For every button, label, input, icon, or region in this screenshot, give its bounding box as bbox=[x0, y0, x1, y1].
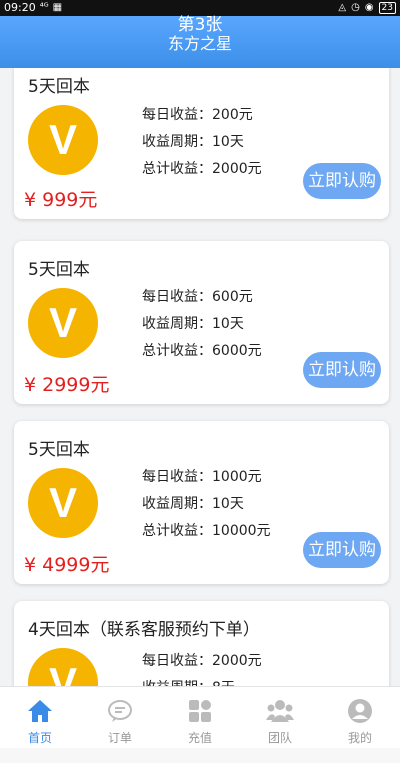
product-list[interactable]: 5天回本 V ¥ 999元 每日收益：200元 收益周期：10天 总计收益：20… bbox=[0, 68, 400, 686]
tab-label: 我的 bbox=[347, 731, 372, 745]
tab-team[interactable]: 团队 bbox=[240, 687, 320, 748]
product-title: 4天回本（联系客服预约下单） bbox=[28, 620, 260, 640]
tab-label: 首页 bbox=[27, 731, 52, 745]
product-details: 每日收益：600元 收益周期：10天 总计收益：6000元 bbox=[142, 284, 262, 365]
notification-icon: ▦ bbox=[52, 2, 63, 13]
income-period: 收益周期：8天 bbox=[142, 675, 262, 686]
product-details: 每日收益：2000元 收益周期：8天 bbox=[142, 648, 262, 686]
page-subtitle: 东方之星 bbox=[167, 34, 232, 53]
daily-income: 每日收益：1000元 bbox=[142, 469, 262, 485]
product-title: 5天回本 bbox=[28, 77, 90, 97]
bottom-tab-bar: 首页 订单 充值 团队 我的 bbox=[0, 686, 400, 748]
product-card: 5天回本 V ¥ 4999元 每日收益：1000元 收益周期：10天 总计收益：… bbox=[14, 421, 389, 584]
recharge-icon bbox=[186, 697, 214, 725]
signal-icon: ⁴ᴳ bbox=[39, 2, 49, 13]
total-income: 总计收益：2000元 bbox=[142, 161, 262, 177]
tab-profile[interactable]: 我的 bbox=[320, 687, 400, 748]
product-details: 每日收益：200元 收益周期：10天 总计收益：2000元 bbox=[142, 102, 262, 183]
product-card: 5天回本 V ¥ 999元 每日收益：200元 收益周期：10天 总计收益：20… bbox=[14, 68, 389, 219]
team-icon bbox=[266, 697, 294, 725]
product-price: ¥ 4999元 bbox=[24, 554, 110, 576]
income-period: 收益周期：10天 bbox=[142, 134, 244, 150]
product-price: ¥ 999元 bbox=[24, 189, 98, 211]
daily-income: 每日收益：200元 bbox=[142, 107, 253, 123]
clock: 09:20 bbox=[4, 1, 36, 14]
product-card: 4天回本（联系客服预约下单） V 每日收益：2000元 收益周期：8天 bbox=[14, 601, 389, 686]
wifi-icon: ◉ bbox=[364, 2, 374, 13]
tab-label: 充值 bbox=[187, 731, 212, 745]
subscribe-button[interactable]: 立即认购 bbox=[303, 163, 381, 199]
battery-indicator: 23 bbox=[378, 2, 396, 14]
tab-orders[interactable]: 订单 bbox=[80, 687, 160, 748]
page-header: 第3张 东方之星 bbox=[0, 16, 400, 68]
tab-home[interactable]: 首页 bbox=[0, 687, 80, 748]
product-details: 每日收益：1000元 收益周期：10天 总计收益：10000元 bbox=[142, 464, 271, 545]
income-period: 收益周期：10天 bbox=[142, 496, 244, 512]
daily-income: 每日收益：2000元 bbox=[142, 653, 262, 669]
tab-recharge[interactable]: 充值 bbox=[160, 687, 240, 748]
vip-coin-icon: V bbox=[28, 648, 98, 686]
tab-label: 团队 bbox=[267, 731, 292, 745]
product-title: 5天回本 bbox=[28, 260, 90, 280]
total-income: 总计收益：10000元 bbox=[142, 523, 271, 539]
vip-coin-icon: V bbox=[28, 468, 98, 538]
product-price: ¥ 2999元 bbox=[24, 374, 110, 396]
tab-label: 订单 bbox=[107, 731, 132, 745]
profile-icon bbox=[346, 697, 374, 725]
vip-coin-icon: V bbox=[28, 288, 98, 358]
daily-income: 每日收益：600元 bbox=[142, 289, 253, 305]
system-nav-strip bbox=[0, 748, 400, 763]
chat-icon bbox=[106, 697, 134, 725]
vip-coin-icon: V bbox=[28, 105, 98, 175]
subscribe-button[interactable]: 立即认购 bbox=[303, 352, 381, 388]
income-period: 收益周期：10天 bbox=[142, 316, 244, 332]
subscribe-button[interactable]: 立即认购 bbox=[303, 532, 381, 568]
status-bar: 09:20 ⁴ᴳ ▦ ◬ ◷ ◉ 23 bbox=[0, 0, 400, 16]
page-title: 第3张 bbox=[177, 15, 223, 35]
alarm-icon: ◷ bbox=[351, 2, 360, 13]
home-icon bbox=[26, 697, 54, 725]
product-title: 5天回本 bbox=[28, 440, 90, 460]
total-income: 总计收益：6000元 bbox=[142, 343, 262, 359]
product-card: 5天回本 V ¥ 2999元 每日收益：600元 收益周期：10天 总计收益：6… bbox=[14, 241, 389, 404]
silent-icon: ◬ bbox=[338, 2, 347, 13]
